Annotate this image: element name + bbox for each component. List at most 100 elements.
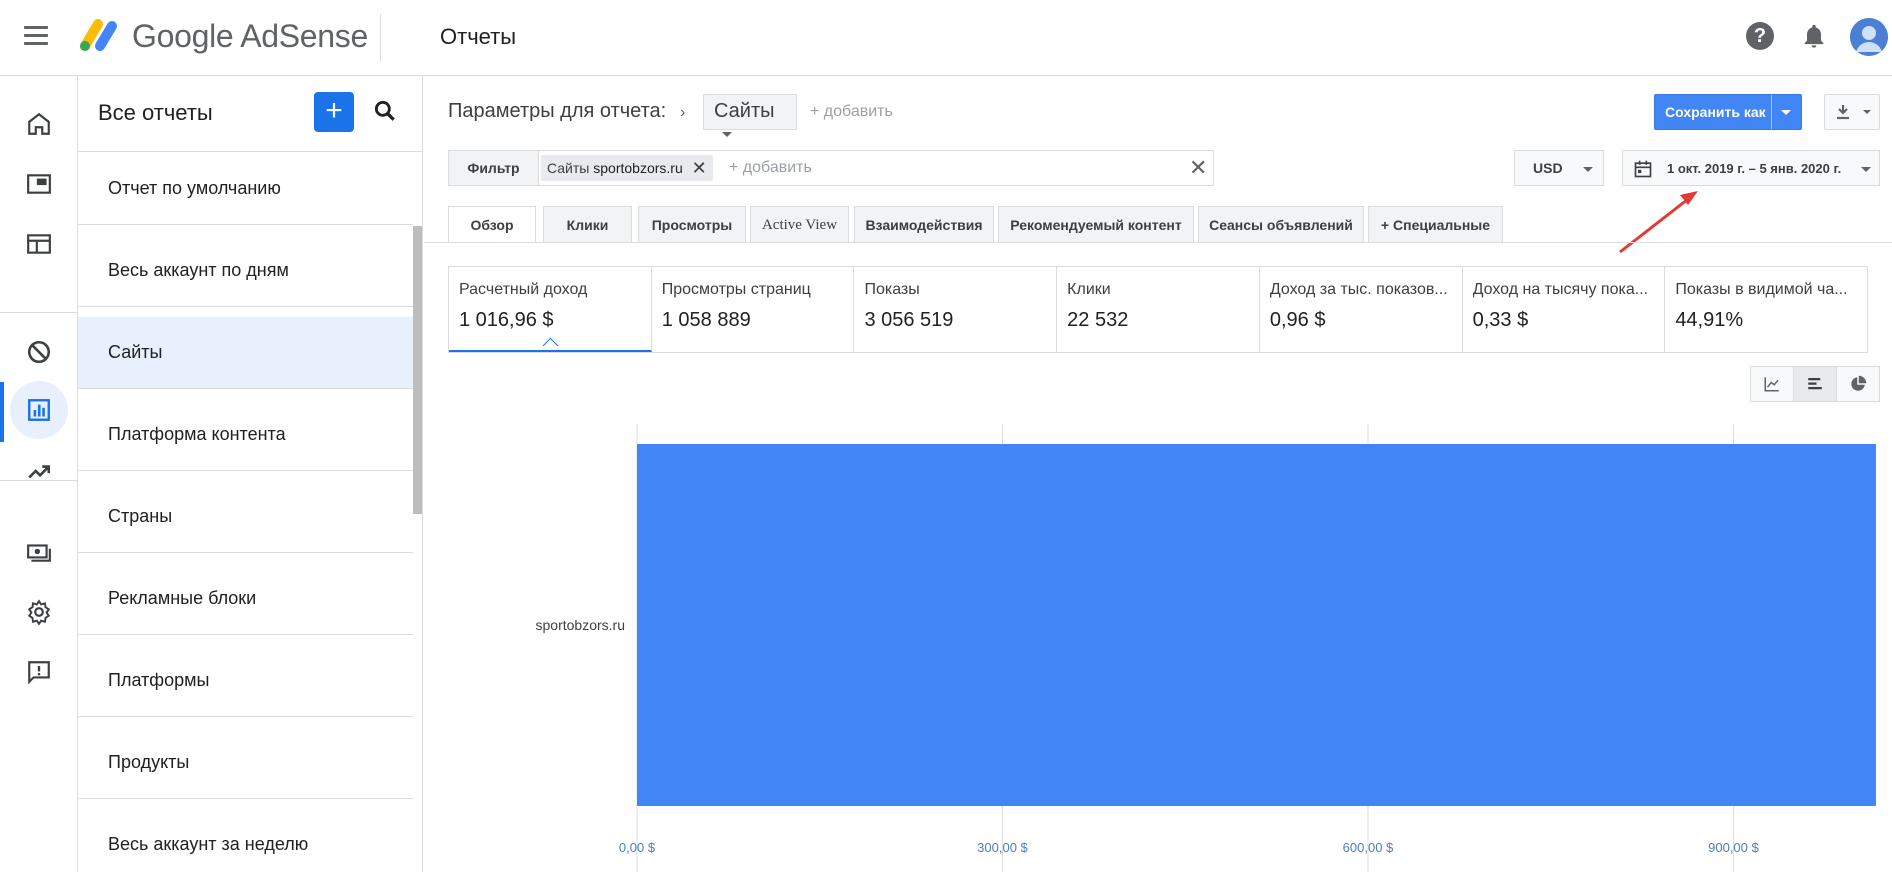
report-item-sites[interactable]: Сайты bbox=[78, 317, 413, 389]
metric-active-view-viewable[interactable]: Показы в видимой ча... 44,91% bbox=[1665, 267, 1867, 352]
rail-settings[interactable] bbox=[0, 584, 78, 640]
split-divider bbox=[1771, 95, 1772, 129]
report-item-label: Весь аккаунт по дням bbox=[108, 260, 289, 280]
pie-chart-view[interactable] bbox=[1837, 367, 1879, 401]
report-item-ad-units[interactable]: Рекламные блоки bbox=[78, 563, 413, 635]
metric-label: Показы в видимой ча... bbox=[1675, 281, 1848, 298]
metric-clicks[interactable]: Клики 22 532 bbox=[1057, 267, 1260, 352]
avatar[interactable] bbox=[1850, 18, 1888, 56]
rail-payments[interactable] bbox=[0, 524, 78, 580]
report-item-label: Платформы bbox=[108, 670, 210, 690]
tab-recommended-content[interactable]: Рекомендуемый контент bbox=[998, 206, 1194, 242]
caret-down-icon[interactable] bbox=[1781, 110, 1791, 115]
report-item-label: Платформа контента bbox=[108, 424, 286, 444]
add-filter-input[interactable]: + добавить bbox=[729, 159, 812, 177]
date-range-dropdown[interactable]: 1 окт. 2019 г. – 5 янв. 2020 г. bbox=[1622, 150, 1880, 186]
metric-rpm[interactable]: Доход на тысячу пока... 0,33 $ bbox=[1463, 267, 1666, 352]
tab-ad-sessions[interactable]: Сеансы объявлений bbox=[1198, 206, 1364, 242]
dimension-dropdown[interactable]: Сайты bbox=[703, 94, 797, 138]
bar-chart: 0,00 $ 300,00 $ 600,00 $ 900,00 $ sportobzor… bbox=[536, 424, 1876, 872]
report-item-content-platform[interactable]: Платформа контента bbox=[78, 399, 413, 471]
report-item-countries[interactable]: Страны bbox=[78, 481, 413, 553]
layout-icon bbox=[27, 234, 51, 254]
report-item-products[interactable]: Продукты bbox=[78, 727, 413, 799]
dimension-value: Сайты bbox=[714, 100, 775, 122]
tab-clicks[interactable]: Клики bbox=[543, 206, 632, 242]
caret-down-icon bbox=[722, 132, 732, 138]
rail-ad-units[interactable] bbox=[0, 156, 78, 212]
x-tick-label: 900,00 $ bbox=[1708, 840, 1759, 855]
save-as-button[interactable]: Сохранить как bbox=[1654, 94, 1802, 130]
tab-interactions[interactable]: Взаимодействия bbox=[854, 206, 994, 242]
tab-custom-label: Специальные bbox=[1393, 217, 1491, 233]
nav-rail bbox=[0, 76, 78, 872]
download-button[interactable] bbox=[1824, 94, 1880, 130]
report-item-label: Отчет по умолчанию bbox=[108, 178, 281, 198]
report-item-label: Продукты bbox=[108, 752, 190, 772]
x-tick-label: 0,00 $ bbox=[619, 840, 656, 855]
line-chart-view[interactable] bbox=[1751, 367, 1794, 401]
reports-list-scrollbar[interactable] bbox=[413, 226, 422, 514]
bar-chart-view[interactable] bbox=[1794, 367, 1837, 401]
bar-sportobzors[interactable] bbox=[637, 444, 1876, 806]
report-params-label: Параметры для отчета: bbox=[448, 100, 667, 122]
rail-reports[interactable] bbox=[0, 381, 78, 442]
filter-chip[interactable]: Сайты sportobzors.ru ✕ bbox=[541, 155, 713, 181]
reports-icon bbox=[28, 399, 50, 421]
metric-value: 22 532 bbox=[1067, 309, 1129, 331]
pie-chart-icon bbox=[1851, 375, 1867, 391]
close-icon[interactable]: ✕ bbox=[692, 155, 707, 181]
report-item-label: Страны bbox=[108, 506, 173, 526]
tab-overview[interactable]: Обзор bbox=[448, 206, 536, 243]
metric-page-views[interactable]: Просмотры страниц 1 058 889 bbox=[652, 267, 855, 352]
user-avatar-icon bbox=[1850, 18, 1888, 56]
metric-value: 0,33 $ bbox=[1472, 309, 1529, 331]
chart-view-toggle bbox=[1750, 366, 1880, 402]
rail-divider bbox=[0, 312, 78, 313]
clear-filter-icon[interactable]: ✕ bbox=[1189, 155, 1207, 181]
report-item-label: Сайты bbox=[108, 342, 163, 362]
metric-estimated-earnings[interactable]: Расчетный доход 1 016,96 $ bbox=[449, 267, 652, 352]
metric-impression-rpm[interactable]: Доход за тыс. показов... 0,96 $ bbox=[1260, 267, 1463, 352]
tabs-divider bbox=[424, 242, 1892, 243]
currency-dropdown[interactable]: USD bbox=[1514, 150, 1604, 186]
reports-list-header: Все отчеты + bbox=[78, 76, 422, 152]
date-range-value: 1 окт. 2019 г. – 5 янв. 2020 г. bbox=[1667, 161, 1842, 176]
rail-feedback[interactable] bbox=[0, 644, 78, 700]
filter-chip-prefix: Сайты bbox=[547, 160, 590, 176]
filter-bar: Фильтр Сайты sportobzors.ru ✕ + добавить… bbox=[448, 150, 1214, 186]
report-item-daily[interactable]: Весь аккаунт по дням bbox=[78, 235, 413, 307]
metric-value: 44,91% bbox=[1675, 309, 1744, 331]
plus-icon: + bbox=[1380, 217, 1393, 233]
rail-blocking[interactable] bbox=[0, 324, 78, 380]
metric-impressions[interactable]: Показы 3 056 519 bbox=[854, 267, 1058, 352]
rail-home[interactable] bbox=[0, 96, 78, 152]
notifications-bell-icon[interactable] bbox=[1800, 22, 1828, 50]
report-item-weekly[interactable]: Весь аккаунт за неделю bbox=[78, 809, 413, 872]
add-report-button[interactable]: + bbox=[314, 92, 354, 132]
report-item-platforms[interactable]: Платформы bbox=[78, 645, 413, 717]
menu-icon[interactable] bbox=[24, 26, 48, 46]
divider bbox=[380, 14, 381, 62]
metric-label: Расчетный доход bbox=[459, 281, 588, 298]
x-tick-label: 600,00 $ bbox=[1343, 840, 1394, 855]
currency-value: USD bbox=[1533, 160, 1563, 176]
help-icon[interactable]: ? bbox=[1746, 22, 1774, 50]
metric-label: Клики bbox=[1067, 281, 1111, 298]
ad-units-icon bbox=[27, 174, 51, 194]
search-icon[interactable] bbox=[372, 98, 398, 124]
rail-layout[interactable] bbox=[0, 216, 78, 272]
x-tick-label: 300,00 $ bbox=[977, 840, 1028, 855]
add-dimension-link[interactable]: + добавить bbox=[810, 103, 893, 121]
tab-views[interactable]: Просмотры bbox=[638, 206, 746, 242]
report-item-default[interactable]: Отчет по умолчанию bbox=[78, 153, 413, 225]
metric-label: Просмотры страниц bbox=[661, 281, 811, 298]
filter-button[interactable]: Фильтр bbox=[449, 151, 539, 185]
app-name: Google AdSense bbox=[132, 18, 368, 54]
rail-optimization[interactable] bbox=[0, 444, 78, 500]
tab-active-view[interactable]: Active View bbox=[750, 206, 849, 242]
metric-label: Доход на тысячу пока... bbox=[1472, 281, 1649, 298]
caret-down-icon bbox=[1861, 167, 1871, 172]
tab-custom[interactable]: + Специальные bbox=[1368, 206, 1503, 242]
reports-list-panel: Все отчеты + Отчет по умолчанию Весь акк… bbox=[78, 76, 423, 872]
